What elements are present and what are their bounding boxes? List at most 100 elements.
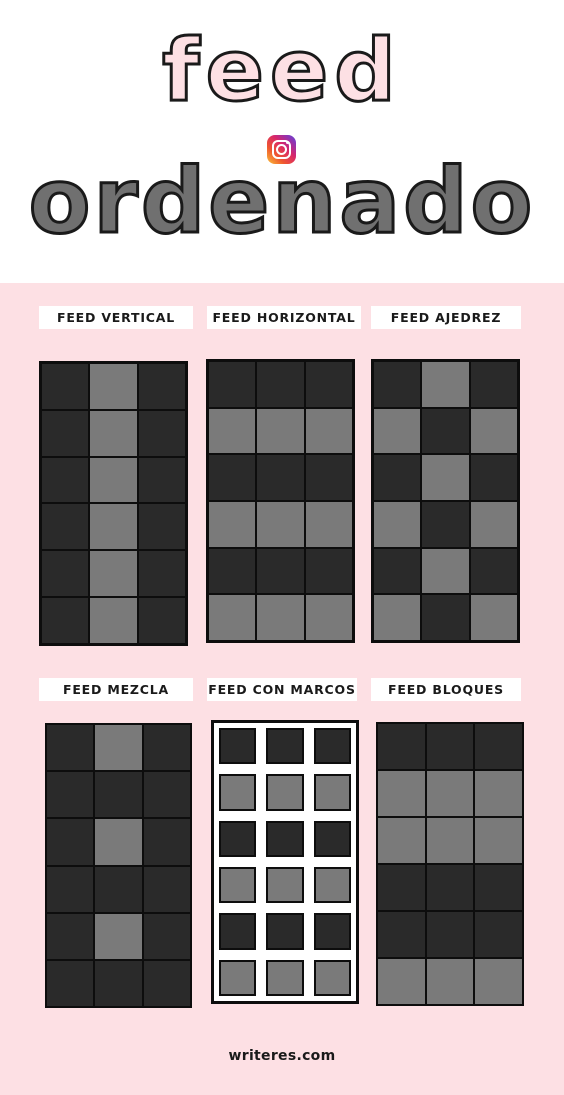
post-tile [426,771,474,816]
post-tile [214,815,262,862]
post-tile [138,551,185,597]
post-tile-inner [266,728,304,765]
post-tile [261,815,309,862]
post-tile [214,861,262,909]
post-tile [308,815,356,862]
post-tile [378,912,425,957]
post-tile [475,865,522,910]
post-tile [47,913,94,959]
footer-site: writeres.com [228,1048,336,1064]
post-tile [209,455,256,500]
post-tile [475,959,522,1004]
post-tile [374,455,421,500]
post-tile-inner [266,774,304,811]
post-tile [95,866,142,912]
post-tile [90,364,137,409]
post-tile [422,548,469,594]
post-tile [95,913,142,959]
post-tile [138,364,185,409]
grid-feed-bloques [376,722,524,1006]
post-tile [214,908,262,955]
post-tile [470,595,517,640]
grid-feed-vertical [39,361,188,646]
post-tile [475,912,522,957]
post-tile [305,362,352,407]
grid-feed-con-marcos [211,720,359,1004]
label-feed-bloques: FEED BLOQUES [371,678,521,701]
post-tile [257,362,304,407]
post-tile [143,913,190,959]
post-tile [305,455,352,500]
post-tile [261,861,309,909]
post-tile-inner [313,913,351,950]
grid-feed-horizontal [206,359,355,643]
post-tile [426,818,474,863]
post-tile [475,724,522,769]
post-tile [470,408,517,454]
post-tile [90,504,137,550]
post-tile [422,595,469,640]
post-tile [143,866,190,912]
post-tile [378,865,425,910]
post-tile [143,725,190,771]
post-tile [470,362,517,407]
post-tile [305,502,352,547]
title-ordenado: ordenado [29,149,536,254]
post-tile [42,364,89,409]
label-feed-mezcla: FEED MEZCLA [39,678,193,701]
title-feed: feed [162,21,402,121]
post-tile [308,723,356,770]
post-tile [214,723,262,770]
post-tile-inner [219,959,257,996]
post-tile [257,502,304,547]
post-tile [138,410,185,456]
post-tile [261,908,309,955]
label-feed-con-marcos: FEED CON MARCOS [207,678,357,701]
post-tile-inner [219,774,257,811]
post-tile [257,548,304,594]
post-tile [470,502,517,547]
post-tile [470,548,517,594]
post-tile [378,818,425,863]
post-tile [47,725,94,771]
post-tile [374,502,421,547]
post-tile [209,548,256,594]
post-tile [209,362,256,407]
post-tile [378,771,425,816]
post-tile [47,960,94,1006]
post-tile [308,861,356,909]
label-feed-horizontal: FEED HORIZONTAL [207,306,361,329]
grid-feed-mezcla [45,723,192,1008]
post-tile [422,455,469,500]
post-tile [143,960,190,1006]
post-tile [257,595,304,640]
post-tile-inner [219,728,257,765]
post-tile [47,819,94,865]
post-tile [422,408,469,454]
post-tile [308,908,356,955]
post-tile [47,866,94,912]
post-tile [209,408,256,454]
post-tile [214,769,262,816]
post-tile [257,408,304,454]
post-tile [42,457,89,503]
label-feed-vertical: FEED VERTICAL [39,306,193,329]
post-tile [426,724,474,769]
post-tile [426,912,474,957]
post-tile [261,723,309,770]
post-tile-inner [266,959,304,996]
post-tile [47,772,94,818]
post-tile-inner [313,959,351,996]
post-tile [143,819,190,865]
post-tile-inner [219,913,257,950]
post-tile-inner [266,820,304,857]
post-tile [426,959,474,1004]
post-tile [374,595,421,640]
post-tile-inner [313,774,351,811]
post-tile [257,455,304,500]
post-tile [261,769,309,816]
post-tile-inner [266,866,304,904]
post-tile [90,410,137,456]
post-tile-inner [313,728,351,765]
post-tile [95,772,142,818]
